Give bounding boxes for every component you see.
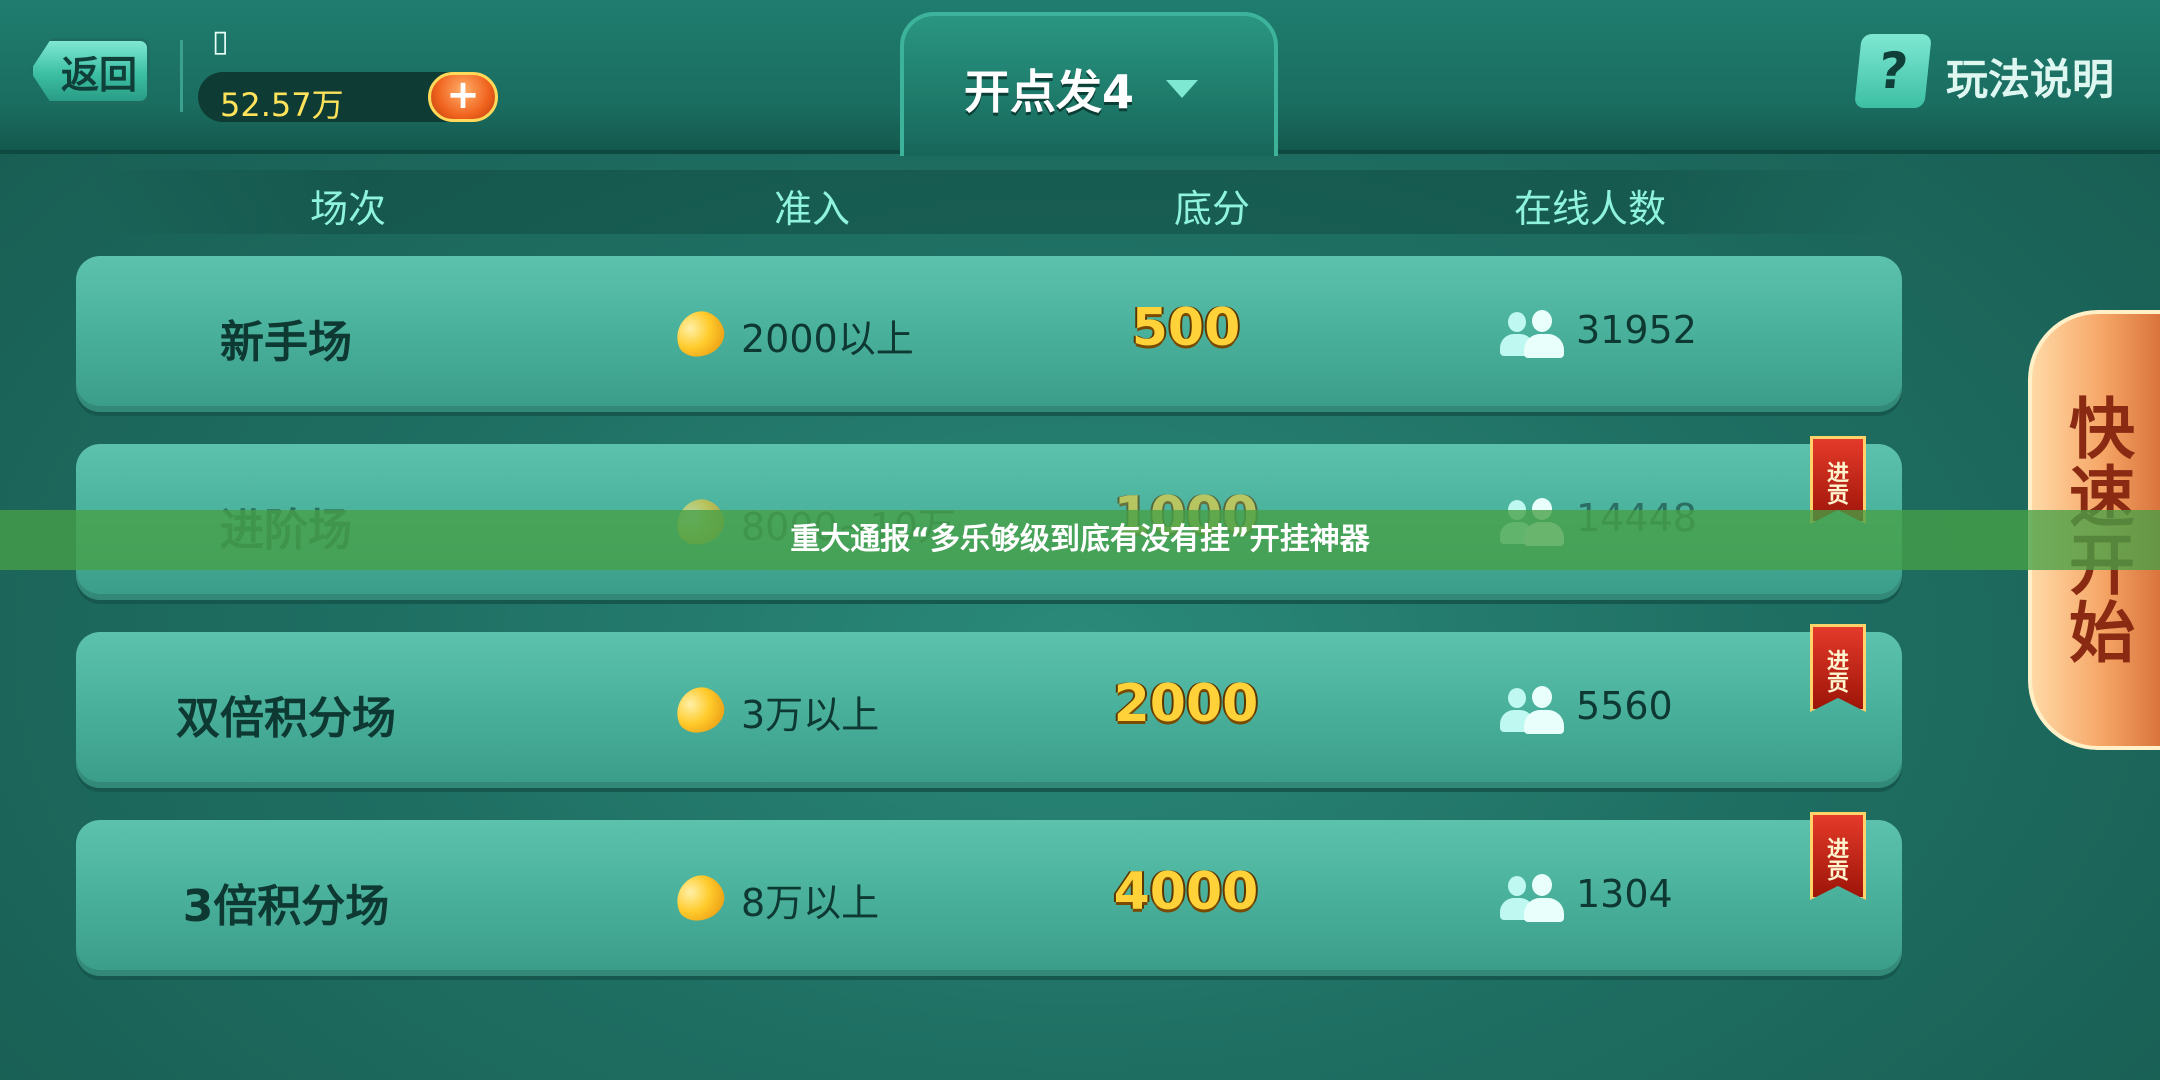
players-icon [1500, 872, 1564, 922]
column-header-room: 场次 [310, 187, 387, 231]
online-count: 31952 [1576, 308, 1697, 352]
bean-icon [669, 869, 731, 927]
room-row[interactable]: 3倍积分场 8万以上 4000 1304 进贡 [76, 812, 1902, 976]
base-score: 4000 [1113, 862, 1259, 922]
online-count: 5560 [1576, 684, 1673, 728]
avatar-placeholder-icon: ▯ [212, 24, 229, 59]
players-icon [1500, 308, 1564, 358]
chevron-down-icon [1166, 80, 1198, 98]
tribute-badge: 进贡 [1810, 624, 1866, 712]
room-name: 新手场 [220, 317, 352, 368]
column-header-base-score: 底分 [1174, 187, 1251, 231]
entry-requirement: 8万以上 [741, 881, 880, 925]
bean-icon [669, 681, 731, 739]
game-mode-title: 开点发4 [964, 65, 1135, 119]
base-score: 500 [1131, 298, 1241, 358]
help-icon[interactable]: ? [1854, 34, 1932, 108]
room-name: 双倍积分场 [176, 693, 396, 744]
online-count: 1304 [1576, 872, 1673, 916]
tribute-badge: 进贡 [1810, 812, 1866, 900]
room-name: 3倍积分场 [182, 881, 390, 932]
room-row[interactable]: 双倍积分场 3万以上 2000 5560 进贡 [76, 624, 1902, 788]
overlay-banner: 重大通报“多乐够级到底有没有挂”开挂神器 [0, 510, 2160, 570]
header-divider [180, 40, 183, 112]
game-mode-selector[interactable]: 开点发4 [900, 12, 1278, 156]
column-header-online: 在线人数 [1514, 187, 1667, 231]
column-header-entry: 准入 [774, 187, 851, 231]
add-coins-button[interactable]: + [428, 72, 498, 122]
bean-icon [669, 305, 731, 363]
help-button-label[interactable]: 玩法说明 [1946, 46, 2114, 107]
top-bar: 返回 ▯ 52.57万 + 开点发4 ? 玩法说明 [0, 0, 2160, 156]
column-header-row: 场次 准入 底分 在线人数 [90, 170, 1890, 234]
players-icon [1500, 684, 1564, 734]
base-score: 2000 [1113, 674, 1259, 734]
entry-requirement: 2000以上 [741, 317, 914, 361]
back-button[interactable]: 返回 [30, 38, 150, 104]
entry-requirement: 3万以上 [741, 693, 880, 737]
coin-value: 52.57万 [220, 86, 344, 124]
room-row[interactable]: 新手场 2000以上 500 31952 [76, 256, 1902, 412]
